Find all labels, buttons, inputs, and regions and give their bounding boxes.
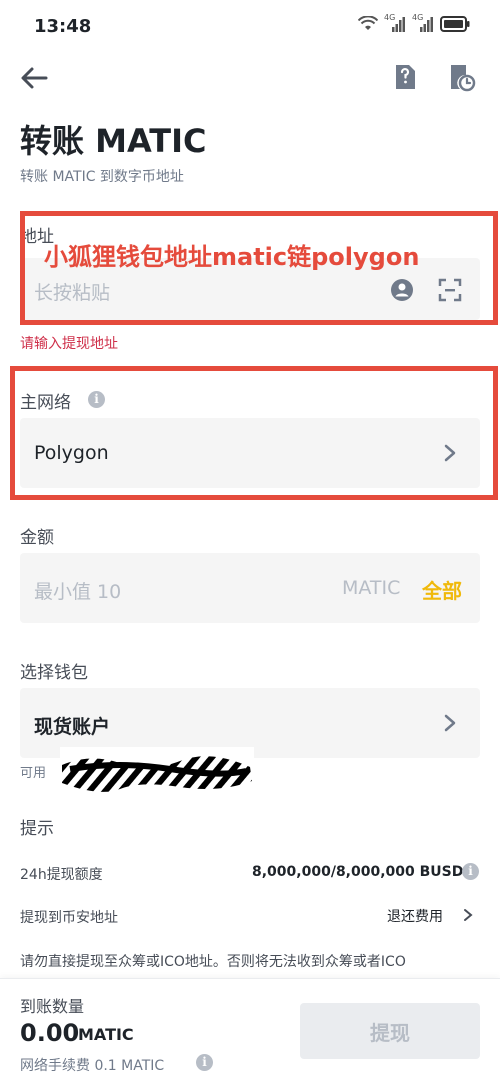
binance-address-label: 提现到币安地址: [20, 910, 118, 926]
wallet-value: 现货账户: [34, 716, 111, 738]
amount-unit: MATIC: [342, 577, 401, 599]
network-fee-text: 网络手续费 0.1 MATIC: [20, 1058, 165, 1074]
info-icon[interactable]: i: [196, 1054, 213, 1071]
daily-limit-label: 24h提现额度: [20, 867, 103, 883]
signal-2-icon: 4G: [412, 13, 434, 32]
info-icon[interactable]: i: [462, 863, 479, 880]
back-arrow-icon[interactable]: [18, 62, 50, 94]
address-book-icon[interactable]: [390, 62, 420, 92]
chevron-right-icon: [464, 909, 473, 921]
receive-amount-unit: MATIC: [78, 1025, 134, 1044]
amount-label: 金额: [20, 528, 54, 548]
tips-title: 提示: [20, 819, 54, 839]
wallet-label: 选择钱包: [20, 663, 88, 683]
history-icon[interactable]: [446, 62, 476, 92]
address-error: 请输入提现地址: [20, 336, 118, 352]
wifi-icon: [358, 16, 378, 30]
page-subtitle: 转账 MATIC 到数字币地址: [20, 169, 184, 185]
battery-icon: [440, 16, 470, 32]
signal-1-icon: 4G: [384, 13, 406, 32]
receive-amount-value: 0.00: [20, 1019, 80, 1047]
bottom-bar: 到账数量 0.00 MATIC 网络手续费 0.1 MATIC i 提现: [0, 978, 500, 1083]
daily-limit-value: 8,000,000/8,000,000 BUSD: [252, 864, 464, 880]
ico-warning: 请勿直接提现至众筹或ICO地址。否则将无法收到众筹或者ICO: [20, 954, 406, 970]
amount-input[interactable]: 最小值 10 MATIC 全部: [20, 553, 480, 623]
status-time: 13:48: [34, 16, 92, 37]
max-button[interactable]: 全部: [422, 575, 462, 604]
annotation-text: 小狐狸钱包地址matic链polygon: [44, 243, 420, 271]
chevron-right-icon: [444, 714, 456, 732]
receive-amount-label: 到账数量: [20, 997, 85, 1016]
status-bar: 13:48 4G 4G: [0, 0, 500, 56]
refund-fee-link[interactable]: 退还费用: [387, 906, 443, 926]
available-balance-label: 可用: [20, 766, 47, 781]
amount-placeholder: 最小值 10: [34, 581, 122, 603]
redacted-balance: [60, 747, 254, 797]
nav-bar: [0, 56, 500, 100]
page-title: 转账 MATIC: [20, 122, 207, 160]
annotation-box-network: [10, 366, 498, 500]
status-icons: 4G 4G: [358, 13, 470, 32]
withdraw-button[interactable]: 提现: [300, 1003, 480, 1059]
